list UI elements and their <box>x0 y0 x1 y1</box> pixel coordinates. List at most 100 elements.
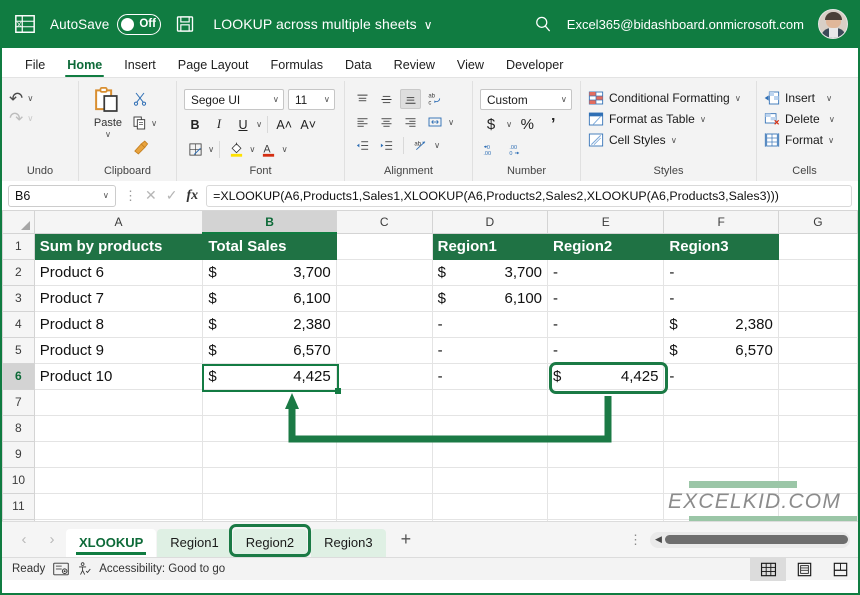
align-bottom-button[interactable] <box>400 89 421 109</box>
percent-button[interactable]: % <box>516 114 538 135</box>
cell-g3[interactable] <box>777 284 858 312</box>
cell-d5[interactable]: - <box>431 336 549 364</box>
sheet-tab-region2[interactable]: Region2 <box>232 528 308 557</box>
cell-f1[interactable]: Region3 <box>663 232 779 260</box>
cell-b8[interactable] <box>202 414 337 442</box>
cell-a1[interactable]: Sum by products <box>33 232 204 260</box>
conditional-formatting-button[interactable]: Conditional Formatting ∨ <box>588 90 741 106</box>
cell-c9[interactable] <box>335 440 433 468</box>
horizontal-scrollbar[interactable]: ◀ <box>650 531 850 548</box>
row-header-9[interactable]: 9 <box>2 440 35 468</box>
column-header-d[interactable]: D <box>431 211 549 234</box>
cell-e1[interactable]: Region2 <box>547 232 665 260</box>
decrease-decimal-button[interactable]: .00 0 <box>506 139 528 160</box>
cell-b3[interactable]: $6,100 <box>202 284 337 312</box>
sheet-tab-xlookup[interactable]: XLOOKUP <box>66 528 157 557</box>
previous-sheet-button[interactable]: ‹ <box>10 531 38 548</box>
chevron-down-icon[interactable]: ∨ <box>105 129 111 140</box>
wrap-text-button[interactable] <box>424 112 445 132</box>
cell-f8[interactable] <box>663 414 779 442</box>
cell-g7[interactable] <box>777 388 858 416</box>
scrollbar-thumb[interactable] <box>664 535 848 544</box>
chevron-down-icon[interactable]: ∨ <box>700 114 706 125</box>
borders-button[interactable] <box>184 139 206 160</box>
font-name-select[interactable]: Segoe UI ∨ <box>184 89 284 110</box>
chevron-down-icon[interactable]: ∨ <box>103 190 109 201</box>
cell-d4[interactable]: - <box>431 310 549 338</box>
chevron-down-icon[interactable]: ∨ <box>434 140 440 151</box>
cell-c3[interactable] <box>335 284 433 312</box>
cell-d8[interactable] <box>431 414 549 442</box>
formula-input[interactable]: =XLOOKUP(A6,Products1,Sales1,XLOOKUP(A6,… <box>206 184 852 207</box>
row-header-10[interactable]: 10 <box>2 466 35 494</box>
cell-b1[interactable]: Total Sales <box>202 232 337 260</box>
shrink-font-button[interactable]: A˅ <box>297 114 319 135</box>
row-header-3[interactable]: 3 <box>2 284 35 312</box>
column-header-a[interactable]: A <box>33 211 204 234</box>
cell-a10[interactable] <box>33 466 204 494</box>
align-right-button[interactable] <box>400 112 421 132</box>
sheet-tab-region1[interactable]: Region1 <box>157 528 232 557</box>
page-layout-view-button[interactable] <box>786 558 822 581</box>
cell-d11[interactable] <box>431 492 549 520</box>
cell-c11[interactable] <box>335 492 433 520</box>
kebab-menu-icon[interactable]: ⋮ <box>629 532 650 548</box>
cell-b5[interactable]: $6,570 <box>202 336 337 364</box>
column-header-e[interactable]: E <box>547 211 665 234</box>
autosave-toggle[interactable]: Off <box>117 13 162 35</box>
cell-g5[interactable] <box>777 336 858 364</box>
cell-a9[interactable] <box>33 440 204 468</box>
cell-e8[interactable] <box>547 414 665 442</box>
comma-style-button[interactable]: ’ <box>542 114 564 135</box>
chevron-down-icon[interactable]: ∨ <box>448 117 454 128</box>
chevron-down-icon[interactable]: ∨ <box>281 144 287 155</box>
increase-decimal-button[interactable]: 0 .00 <box>480 139 502 160</box>
cell-c5[interactable] <box>335 336 433 364</box>
cut-button[interactable] <box>132 89 157 109</box>
grow-font-button[interactable]: A˄ <box>273 114 295 135</box>
cell-d9[interactable] <box>431 440 549 468</box>
column-header-f[interactable]: F <box>663 211 779 234</box>
delete-cells-button[interactable]: Delete ∨ <box>764 111 835 127</box>
cell-c7[interactable] <box>335 388 433 416</box>
ribbon-tab-formulas[interactable]: Formulas <box>260 56 334 77</box>
enter-check-icon[interactable]: ✓ <box>166 187 178 204</box>
avatar[interactable] <box>818 9 848 39</box>
cell-f2[interactable]: - <box>663 258 779 286</box>
cell-d1[interactable]: Region1 <box>431 232 549 260</box>
row-header-7[interactable]: 7 <box>2 388 35 416</box>
row-header-2[interactable]: 2 <box>2 258 35 286</box>
format-painter-button[interactable] <box>132 137 157 157</box>
cell-e4[interactable]: - <box>547 310 665 338</box>
bold-button[interactable]: B <box>184 114 206 135</box>
cell-f7[interactable] <box>663 388 779 416</box>
cell-f4[interactable]: $2,380 <box>663 310 779 338</box>
font-color-button[interactable]: A <box>257 139 279 160</box>
merge-cells-button[interactable]: ab <box>410 135 431 155</box>
number-format-select[interactable]: Custom ∨ <box>480 89 572 110</box>
cell-b9[interactable] <box>202 440 337 468</box>
column-header-c[interactable]: C <box>335 211 433 234</box>
format-as-table-button[interactable]: Format as Table ∨ <box>588 111 741 127</box>
cell-e10[interactable] <box>547 466 665 494</box>
chevron-down-icon[interactable]: ∨ <box>671 135 677 146</box>
cell-g2[interactable] <box>777 258 858 286</box>
align-left-button[interactable] <box>352 112 373 132</box>
undo-button[interactable]: ↶ ∨ <box>9 90 33 107</box>
chevron-down-icon[interactable]: ∨ <box>208 144 214 155</box>
chevron-down-icon[interactable]: ∨ <box>424 18 433 32</box>
cell-b10[interactable] <box>202 466 337 494</box>
insert-cells-button[interactable]: Insert ∨ <box>764 90 835 106</box>
select-all-corner[interactable] <box>2 211 35 234</box>
cell-c10[interactable] <box>335 466 433 494</box>
cell-e2[interactable]: - <box>547 258 665 286</box>
accessibility-text[interactable]: Accessibility: Good to go <box>99 563 225 575</box>
cell-a6[interactable]: Product 10 <box>33 362 204 390</box>
cell-f5[interactable]: $6,570 <box>663 336 779 364</box>
search-icon[interactable] <box>533 14 553 34</box>
cell-a5[interactable]: Product 9 <box>33 336 204 364</box>
cell-a2[interactable]: Product 6 <box>33 258 204 286</box>
cell-e7[interactable] <box>547 388 665 416</box>
column-header-g[interactable]: G <box>777 211 858 234</box>
chevron-down-icon[interactable]: ∨ <box>829 114 835 125</box>
